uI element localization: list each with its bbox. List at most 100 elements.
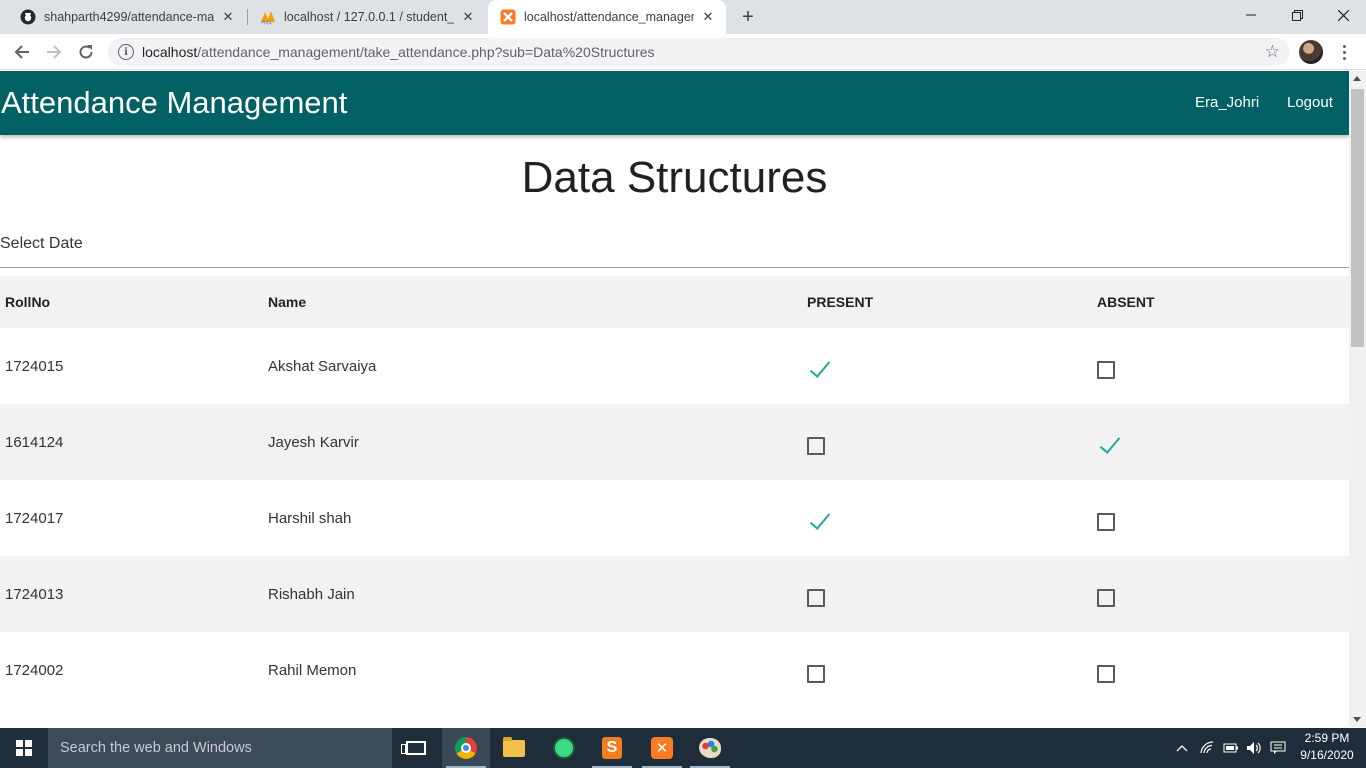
clock-time: 2:59 PM xyxy=(1304,731,1350,745)
page-title: Data Structures xyxy=(521,153,828,202)
file-explorer-icon[interactable] xyxy=(490,728,538,768)
url-host: localhost xyxy=(142,44,198,60)
absent-checkbox[interactable] xyxy=(1097,589,1115,607)
xampp-control-icon[interactable]: ✕ xyxy=(638,728,686,768)
column-header-name: Name xyxy=(268,294,307,310)
battery-icon[interactable] xyxy=(1221,728,1241,768)
browser-tab-strip: shahparth4299/attendance-mana ✕ PMA loca… xyxy=(0,0,1366,34)
github-icon xyxy=(20,9,36,25)
notification-icon[interactable] xyxy=(1268,728,1288,768)
close-window-icon[interactable] xyxy=(1320,0,1366,30)
tab-github[interactable]: shahparth4299/attendance-mana ✕ xyxy=(8,0,246,34)
tab-title: localhost/attendance_manageme xyxy=(524,10,694,24)
date-input-underline xyxy=(0,267,1349,268)
address-bar[interactable]: i localhost/attendance_management/take_a… xyxy=(108,38,1290,66)
taskbar-search-placeholder: Search the web and Windows xyxy=(60,740,252,756)
checked-icon xyxy=(807,361,829,379)
clock-date: 9/16/2020 xyxy=(1300,748,1354,762)
roll-number: 1614124 xyxy=(5,434,64,451)
student-name: Akshat Sarvaiya xyxy=(268,358,377,375)
column-header-absent: ABSENT xyxy=(1097,294,1155,310)
student-name: Jayesh Karvir xyxy=(268,434,359,451)
brand-logo[interactable]: Attendance Management xyxy=(1,85,347,121)
task-view-icon[interactable] xyxy=(392,728,440,768)
forward-icon[interactable] xyxy=(40,38,68,66)
site-info-icon[interactable]: i xyxy=(118,44,134,60)
android-studio-icon[interactable] xyxy=(540,728,588,768)
phpmyadmin-icon: PMA xyxy=(260,9,276,25)
unchecked-icon xyxy=(1097,665,1115,683)
paint-icon[interactable] xyxy=(686,728,734,768)
table-row: 1614124 Jayesh Karvir xyxy=(0,404,1349,480)
roll-number: 1724015 xyxy=(5,358,64,375)
checked-icon xyxy=(807,513,829,531)
reload-icon[interactable] xyxy=(72,38,100,66)
date-input-label[interactable]: Select Date xyxy=(0,235,83,253)
chrome-icon[interactable] xyxy=(442,728,490,768)
svg-text:PMA: PMA xyxy=(261,21,272,26)
page-viewport: Attendance Management Era_Johri Logout D… xyxy=(0,71,1349,727)
table-header-row: RollNo Name PRESENT ABSENT xyxy=(0,276,1349,328)
app-navbar: Attendance Management Era_Johri Logout xyxy=(0,71,1349,135)
taskbar-search[interactable]: Search the web and Windows xyxy=(48,728,392,768)
profile-avatar[interactable] xyxy=(1299,40,1323,64)
logout-link[interactable]: Logout xyxy=(1287,94,1333,111)
unchecked-icon xyxy=(807,589,825,607)
absent-checkbox[interactable] xyxy=(1097,361,1115,379)
scroll-down-icon[interactable] xyxy=(1353,717,1361,722)
scroll-up-icon[interactable] xyxy=(1353,76,1361,81)
tab-title: localhost / 127.0.0.1 / student_ma xyxy=(284,10,454,24)
roll-number: 1724017 xyxy=(5,510,64,527)
absent-checkbox[interactable] xyxy=(1097,513,1115,531)
close-tab-icon[interactable]: ✕ xyxy=(700,9,716,25)
restore-icon[interactable] xyxy=(1274,0,1320,30)
column-header-present: PRESENT xyxy=(807,294,874,310)
present-checkbox[interactable] xyxy=(807,361,825,379)
present-checkbox[interactable] xyxy=(807,589,825,607)
tab-phpmyadmin[interactable]: PMA localhost / 127.0.0.1 / student_ma ✕ xyxy=(248,0,486,34)
back-icon[interactable] xyxy=(8,38,36,66)
browser-toolbar: i localhost/attendance_management/take_a… xyxy=(0,34,1366,70)
start-button[interactable] xyxy=(0,728,48,768)
user-link[interactable]: Era_Johri xyxy=(1195,94,1259,111)
unchecked-icon xyxy=(1097,513,1115,531)
absent-checkbox[interactable] xyxy=(1097,665,1115,683)
attendance-table: RollNo Name PRESENT ABSENT 1724015 Akshat… xyxy=(0,276,1349,708)
unchecked-icon xyxy=(807,665,825,683)
tab-attendance[interactable]: localhost/attendance_manageme ✕ xyxy=(488,0,726,34)
url-path: /attendance_management/take_attendance.p… xyxy=(197,44,655,60)
student-name: Harshil shah xyxy=(268,510,352,527)
taskbar-clock[interactable]: 2:59 PM 9/16/2020 xyxy=(1294,730,1360,764)
table-row: 1724002 Rahil Memon xyxy=(0,632,1349,708)
scrollbar-thumb[interactable] xyxy=(1351,89,1364,347)
student-name: Rahil Memon xyxy=(268,662,357,679)
checked-icon xyxy=(1097,437,1119,455)
xampp-icon xyxy=(500,9,516,25)
student-name: Rishabh Jain xyxy=(268,586,355,603)
table-row: 1724017 Harshil shah xyxy=(0,480,1349,556)
wifi-icon[interactable] xyxy=(1198,728,1218,768)
absent-checkbox[interactable] xyxy=(1097,437,1115,455)
bookmark-star-icon[interactable]: ☆ xyxy=(1265,42,1280,62)
close-tab-icon[interactable]: ✕ xyxy=(220,9,236,25)
unchecked-icon xyxy=(807,437,825,455)
page-scrollbar[interactable] xyxy=(1349,71,1366,727)
minimize-icon[interactable] xyxy=(1228,0,1274,30)
unchecked-icon xyxy=(1097,361,1115,379)
windows-taskbar: Search the web and Windows S ✕ 2:59 PM 9… xyxy=(0,728,1366,768)
new-tab-icon[interactable]: + xyxy=(737,6,759,28)
roll-number: 1724002 xyxy=(5,662,64,679)
close-tab-icon[interactable]: ✕ xyxy=(460,9,476,25)
tab-title: shahparth4299/attendance-mana xyxy=(44,10,214,24)
windows-logo-icon xyxy=(16,740,32,756)
browser-menu-icon[interactable] xyxy=(1337,40,1351,64)
present-checkbox[interactable] xyxy=(807,513,825,531)
present-checkbox[interactable] xyxy=(807,665,825,683)
sublime-text-icon[interactable]: S xyxy=(588,728,636,768)
volume-icon[interactable] xyxy=(1244,728,1264,768)
present-checkbox[interactable] xyxy=(807,437,825,455)
table-row: 1724015 Akshat Sarvaiya xyxy=(0,328,1349,404)
roll-number: 1724013 xyxy=(5,586,64,603)
column-header-rollno: RollNo xyxy=(5,294,51,310)
show-hidden-icons[interactable] xyxy=(1172,728,1192,768)
